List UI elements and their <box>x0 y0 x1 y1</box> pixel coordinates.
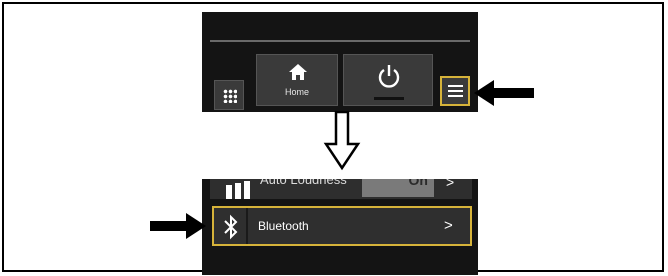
bottom-screenshot: Auto Loudness On > Bluetooth > <box>202 179 478 275</box>
auto-loudness-row[interactable]: Auto Loudness On > <box>210 179 472 199</box>
chevron-right-icon: > <box>444 217 453 234</box>
home-label: Home <box>284 87 309 97</box>
apps-grid-button[interactable] <box>214 80 244 110</box>
auto-loudness-value: On <box>408 179 428 188</box>
loudness-icon <box>226 181 250 199</box>
chevron-right-icon: > <box>446 179 455 190</box>
arrow-down-icon <box>323 110 361 171</box>
auto-loudness-toggle[interactable]: On <box>362 179 434 197</box>
figure-frame: Home Auto Loudness On > Bluetooth > <box>2 2 664 275</box>
grid-icon <box>223 89 237 103</box>
home-button[interactable]: Home <box>256 54 338 106</box>
power-icon <box>378 65 400 88</box>
menu-icon <box>448 85 463 97</box>
power-indicator-bar <box>374 97 404 100</box>
auto-loudness-label: Auto Loudness <box>260 179 347 187</box>
arrow-left-icon <box>474 80 534 106</box>
menu-button[interactable] <box>440 76 470 106</box>
row-separator <box>246 208 248 244</box>
arrow-right-icon <box>150 213 206 239</box>
bluetooth-label: Bluetooth <box>258 219 309 233</box>
power-button[interactable] <box>343 54 433 106</box>
divider <box>210 40 470 42</box>
bluetooth-icon <box>224 214 238 240</box>
top-screenshot: Home <box>202 12 478 112</box>
home-icon <box>289 64 307 80</box>
bluetooth-row[interactable]: Bluetooth > <box>212 206 472 246</box>
